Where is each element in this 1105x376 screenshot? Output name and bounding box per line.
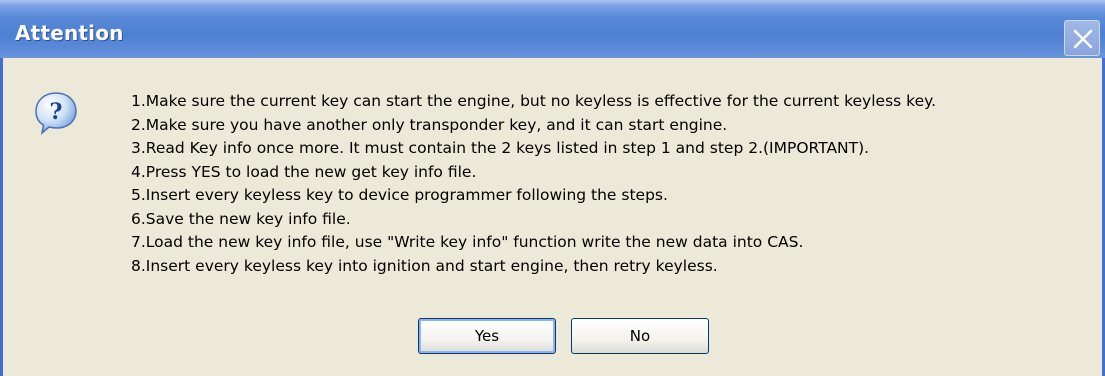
message-line: 3.Read Key info once more. It must conta… — [131, 139, 870, 157]
message-line: 8.Insert every keyless key into ignition… — [131, 256, 718, 275]
close-icon — [1073, 29, 1093, 49]
message-line: 5.Insert every keyless key to device pro… — [131, 186, 668, 204]
yes-button[interactable]: Yes — [418, 318, 556, 354]
message-text: 1.Make sure the current key can start th… — [131, 90, 936, 278]
question-icon: ? — [33, 90, 79, 136]
dialog-title: Attention — [15, 21, 124, 45]
message-line: 4.Press YES to load the new get key info… — [131, 162, 477, 181]
dialog-body: ? 1.Make sure the current key can start … — [0, 58, 1105, 376]
title-bar[interactable]: Attention — [0, 0, 1105, 58]
message-line: 6.Save the new key info file. — [131, 209, 351, 228]
svg-text:?: ? — [50, 99, 63, 125]
message-line: 2.Make sure you have another only transp… — [131, 115, 728, 134]
close-button[interactable] — [1064, 20, 1100, 56]
no-button[interactable]: No — [571, 318, 709, 354]
message-line: 1.Make sure the current key can start th… — [131, 92, 936, 110]
attention-dialog: Attention ? 1.Make sure the current key … — [0, 0, 1105, 376]
message-line: 7.Load the new key info file, use "Write… — [131, 233, 804, 251]
